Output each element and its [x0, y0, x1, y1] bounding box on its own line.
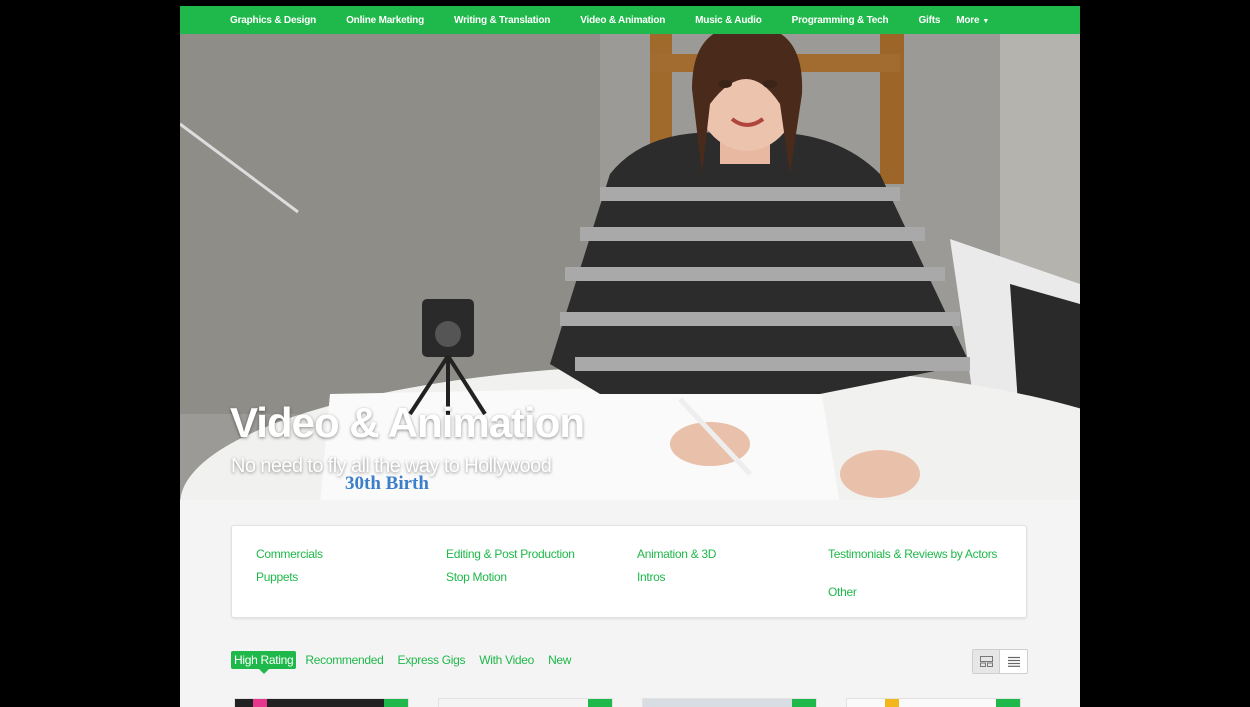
gig-badge — [792, 699, 816, 707]
nav-graphics-design[interactable]: Graphics & Design — [230, 15, 316, 26]
gig-card[interactable] — [846, 698, 1021, 707]
subcat-stop-motion[interactable]: Stop Motion — [446, 570, 507, 584]
gig-thumbnail — [847, 699, 997, 707]
nav-more-label: More — [956, 14, 980, 26]
caret-down-icon: ▼ — [982, 17, 990, 25]
nav-video-animation[interactable]: Video & Animation — [580, 15, 665, 26]
hero-subtitle: No need to fly all the way to Hollywood — [231, 455, 552, 477]
gig-ribbon — [253, 699, 267, 707]
nav-writing-translation[interactable]: Writing & Translation — [454, 15, 550, 26]
subcat-testimonials-reviews[interactable]: Testimonials & Reviews by Actors — [828, 547, 998, 561]
nav-gifts[interactable]: Gifts — [918, 15, 940, 26]
gig-card[interactable] — [642, 698, 817, 707]
tab-with-video[interactable]: With Video — [476, 651, 537, 669]
browser-frame: Graphics & Design Online Marketing Writi… — [180, 6, 1080, 707]
nav-online-marketing[interactable]: Online Marketing — [346, 15, 424, 26]
tab-new[interactable]: New — [545, 651, 574, 669]
gig-ribbon — [885, 699, 899, 707]
hero-banner: 30th Birth Video & Animation No need to … — [180, 34, 1080, 500]
nav-more[interactable]: More ▼ — [956, 15, 989, 26]
tab-high-rating[interactable]: High Rating — [231, 651, 297, 674]
gig-badge — [384, 699, 408, 707]
subcat-editing-post-production[interactable]: Editing & Post Production — [446, 547, 575, 561]
tab-recommended[interactable]: Recommended — [302, 651, 386, 669]
subcat-animation-3d[interactable]: Animation & 3D — [637, 547, 716, 561]
gig-thumbnail — [439, 699, 589, 707]
grid-view-icon[interactable] — [973, 650, 1000, 673]
hero-title: Video & Animation — [230, 399, 585, 446]
gig-thumbnail — [643, 699, 793, 707]
filter-tabs: High Rating Recommended Express Gigs Wit… — [231, 651, 582, 674]
subcat-other[interactable]: Other — [828, 585, 857, 599]
subcategory-card: Commercials Puppets Editing & Post Produ… — [231, 525, 1027, 618]
nav-programming-tech[interactable]: Programming & Tech — [792, 15, 889, 26]
subcat-commercials[interactable]: Commercials — [256, 547, 323, 561]
gig-badge — [588, 699, 612, 707]
tab-express-gigs[interactable]: Express Gigs — [394, 651, 468, 669]
gig-card[interactable] — [438, 698, 613, 707]
gig-badge — [996, 699, 1020, 707]
nav-music-audio[interactable]: Music & Audio — [695, 15, 762, 26]
category-nav: Graphics & Design Online Marketing Writi… — [180, 6, 1080, 34]
subcat-intros[interactable]: Intros — [637, 570, 666, 584]
subcat-puppets[interactable]: Puppets — [256, 570, 298, 584]
view-toggle — [972, 649, 1028, 674]
list-view-icon[interactable] — [1000, 650, 1027, 673]
gig-card[interactable] — [234, 698, 409, 707]
